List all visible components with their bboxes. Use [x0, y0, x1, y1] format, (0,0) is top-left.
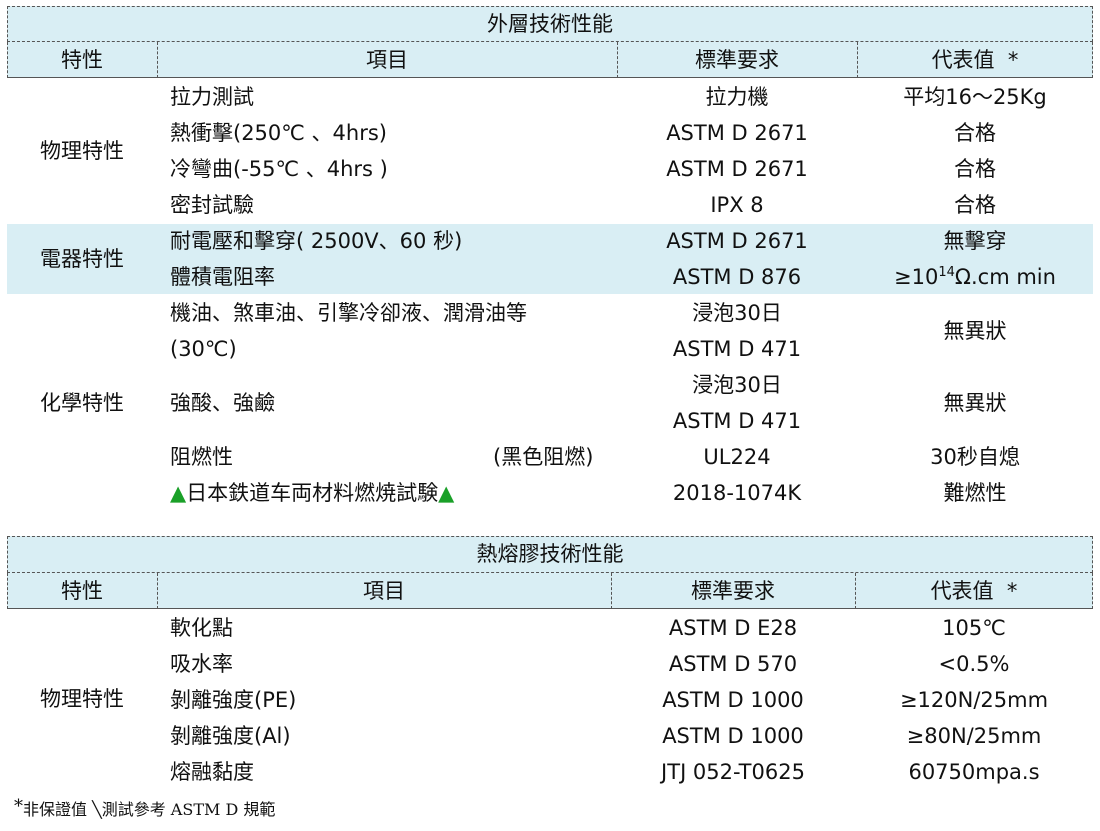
row-item-note: (黑色阻燃) — [493, 445, 594, 469]
row-value: 合格 — [954, 193, 996, 217]
header-standard: 標準要求 — [695, 48, 779, 72]
header-item: 項目 — [363, 579, 405, 603]
footnote: *非保證值 ╲測試參考 ASTM D 規範 — [14, 796, 275, 821]
row-item: 冷彎曲(-55℃ 、4hrs ) — [170, 157, 388, 181]
row-item: 吸水率 — [170, 652, 233, 676]
row-value: 105℃ — [942, 616, 1006, 640]
row-value: 無異狀 — [943, 319, 1007, 343]
group-electrical: 電器特性 — [40, 247, 124, 271]
row-standard: 2018-1074K — [672, 481, 802, 505]
row-item: 熱衝擊(250℃ 、4hrs) — [170, 121, 387, 145]
row-item: ▲日本鉄道车両材料燃焼試験▲ — [170, 475, 454, 511]
row-item: 熔融黏度 — [170, 760, 254, 784]
row-item: 機油、煞車油、引擎冷卻液、潤滑油等 — [170, 301, 527, 325]
triangle-icon: ▲ — [170, 481, 187, 505]
footnote-asterisk: * — [14, 796, 23, 817]
row-item: 阻燃性 — [170, 445, 233, 469]
row-standard: ASTM D 2671 — [666, 121, 808, 145]
row-item: 體積電阻率 — [170, 265, 275, 289]
row-standard: ASTM D 876 — [672, 265, 802, 289]
value-suffix: Ω.cm min — [954, 265, 1056, 289]
header-typical-value: 代表值 * — [855, 574, 1093, 608]
row-value: ≥80N/25mm — [906, 724, 1042, 748]
row-standard: UL224 — [703, 445, 771, 469]
row-standard: IPX 8 — [710, 193, 764, 217]
header-characteristic: 特性 — [61, 48, 103, 72]
row-item: 軟化點 — [170, 616, 233, 640]
row-value: 合格 — [954, 121, 996, 145]
footnote-text: 非保證值 ╲測試參考 ASTM D 規範 — [23, 800, 276, 819]
row-standard: ASTM D 570 — [668, 652, 798, 676]
triangle-icon: ▲ — [438, 481, 455, 505]
row-standard: ASTM D 2671 — [666, 229, 808, 253]
header-typical-value-label: 代表值 — [930, 579, 994, 603]
header-standard: 標準要求 — [691, 579, 775, 603]
row-item: 剝離強度(Al) — [170, 724, 291, 748]
row-value: 無異狀 — [943, 391, 1007, 415]
group-physical: 物理特性 — [40, 687, 124, 711]
row-item-text: 日本鉄道车両材料燃焼試験 — [186, 481, 439, 505]
group-chemical: 化學特性 — [40, 391, 124, 415]
header-typical-value-label: 代表值 — [931, 48, 995, 72]
row-value: 難燃性 — [943, 481, 1007, 505]
row-standard: ASTM D 1000 — [662, 688, 804, 712]
value-prefix: ≥10 — [894, 265, 939, 289]
row-standard: ASTM D E28 — [668, 616, 798, 640]
row-value: 60750mpa.s — [908, 760, 1040, 784]
row-value: 30秒自熄 — [930, 445, 1020, 469]
group-physical: 物理特性 — [40, 139, 124, 163]
value-exponent: 14 — [938, 265, 955, 280]
row-item: 耐電壓和擊穿( 2500V、60 秒) — [170, 229, 463, 253]
row-standard: ASTM D 2671 — [666, 157, 808, 181]
header-asterisk: * — [1006, 579, 1018, 603]
row-standard-continued: ASTM D 471 — [672, 337, 802, 361]
row-standard: ASTM D 1000 — [662, 724, 804, 748]
table-hotmelt-performance: 熱熔膠技術性能 特性 項目 標準要求 代表值 * 物理特性 軟化點 ASTM D… — [7, 536, 1093, 792]
table-outer-performance: 外層技術性能 特性 項目 標準要求 代表值 * 物理特性 電器特性 化學特性 拉… — [7, 6, 1093, 505]
row-item-continued: (30℃) — [170, 337, 237, 361]
row-value: 平均16～25Kg — [903, 85, 1047, 109]
row-item: 強酸、強鹼 — [170, 391, 275, 415]
row-value: ≥1014Ω.cm min — [857, 259, 1093, 295]
row-standard: 拉力機 — [705, 85, 769, 109]
row-value: 合格 — [954, 157, 996, 181]
header-item: 項目 — [366, 48, 408, 72]
row-item: 剝離強度(PE) — [170, 688, 297, 712]
row-standard: JTJ 052-T0625 — [661, 760, 805, 784]
row-standard: 浸泡30日 — [692, 301, 782, 325]
header-characteristic: 特性 — [61, 579, 103, 603]
header-typical-value: 代表值 * — [857, 43, 1093, 77]
row-item: 拉力測試 — [170, 85, 254, 109]
row-value: 無擊穿 — [943, 229, 1007, 253]
row-value: ≥120N/25mm — [899, 688, 1049, 712]
row-standard-continued: ASTM D 471 — [672, 409, 802, 433]
table-title: 外層技術性能 — [487, 12, 613, 36]
header-asterisk: * — [1007, 48, 1019, 72]
row-value: <0.5% — [938, 652, 1010, 676]
row-standard: 浸泡30日 — [692, 373, 782, 397]
row-item: 密封試驗 — [170, 193, 254, 217]
table-title: 熱熔膠技術性能 — [476, 542, 624, 566]
